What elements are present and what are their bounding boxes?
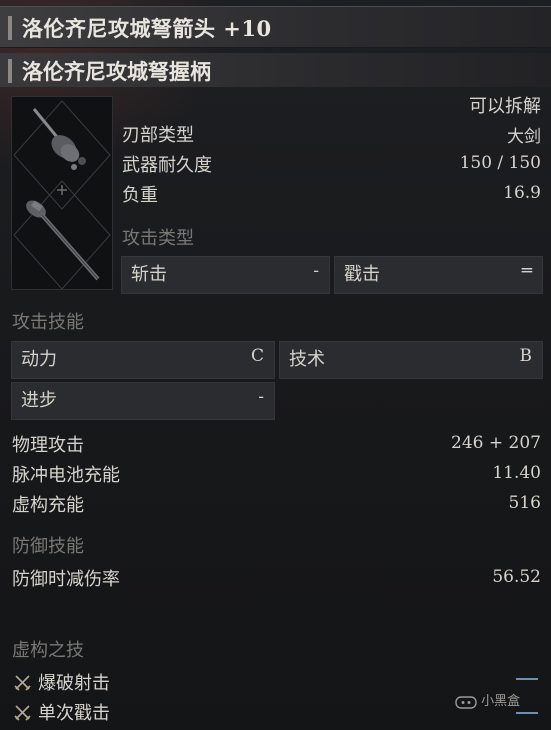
physical-attack-value: 246 + 207 <box>451 433 541 453</box>
technique-label: 技术 <box>289 349 325 370</box>
fable-art-item: 爆破射击 <box>12 669 272 695</box>
watermark-text: 小黑盒 <box>481 694 521 709</box>
fable-art-item: 单次戳击 <box>12 699 272 725</box>
title-accent-bar <box>8 16 12 40</box>
motivity-grade: C <box>250 346 264 366</box>
fable-charge-value: 516 <box>508 493 541 513</box>
detachable-label: 可以拆解 <box>469 96 541 117</box>
fable-art-label: 单次戳击 <box>38 703 110 724</box>
blade-type-value: 大剑 <box>507 127 541 147</box>
handle-accent-bar <box>8 59 12 83</box>
blade-type-label: 刃部类型 <box>122 125 194 146</box>
weight-label: 负重 <box>122 185 158 206</box>
handle-title-bar: 洛伦齐尼攻城弩握柄 <box>0 53 551 87</box>
heybox-logo-icon <box>455 695 477 709</box>
advance-grade: - <box>258 387 264 407</box>
guard-reduction-label: 防御时减伤率 <box>12 569 120 590</box>
weapon-title: 洛伦齐尼攻城弩箭头 +10 <box>22 16 272 41</box>
weapon-image <box>11 96 113 290</box>
technique-box: 技术 B <box>279 341 543 379</box>
crossed-swords-icon <box>14 675 31 691</box>
crossed-swords-icon <box>14 705 31 721</box>
pulse-cell-value: 11.40 <box>492 463 541 483</box>
durability-label: 武器耐久度 <box>122 155 212 176</box>
motivity-box: 动力 C <box>11 341 275 379</box>
slash-attack-box: 斩击 - <box>121 256 330 294</box>
scroll-indicator <box>516 678 538 680</box>
defense-skill-heading: 防御技能 <box>12 536 84 557</box>
advance-box: 进步 - <box>11 382 275 420</box>
slash-label: 斩击 <box>131 264 167 285</box>
fable-art-label: 爆破射击 <box>38 673 110 694</box>
advance-label: 进步 <box>21 390 57 411</box>
thrust-label: 戳击 <box>344 264 380 285</box>
motivity-label: 动力 <box>21 349 57 370</box>
attack-skill-heading: 攻击技能 <box>12 312 84 333</box>
fable-arts-heading: 虚构之技 <box>12 640 84 661</box>
watermark: 小黑盒 <box>455 690 520 710</box>
handle-title: 洛伦齐尼攻城弩握柄 <box>22 59 211 84</box>
pulse-cell-label: 脉冲电池充能 <box>12 465 120 486</box>
weapon-parts-illustration <box>13 100 111 290</box>
thrust-attack-box: 戳击 ═ <box>334 256 543 294</box>
durability-value: 150 / 150 <box>459 153 541 173</box>
scroll-indicator <box>516 712 538 714</box>
weapon-title-bar: 洛伦齐尼攻城弩箭头 +10 <box>0 6 551 48</box>
physical-attack-label: 物理攻击 <box>12 435 84 456</box>
thrust-value: ═ <box>521 261 532 281</box>
slash-value: - <box>313 261 319 281</box>
technique-grade: B <box>519 346 533 366</box>
guard-reduction-value: 56.52 <box>492 567 541 587</box>
attack-type-heading: 攻击类型 <box>122 228 194 249</box>
weight-value: 16.9 <box>503 183 541 203</box>
fable-charge-label: 虚构充能 <box>12 495 84 516</box>
